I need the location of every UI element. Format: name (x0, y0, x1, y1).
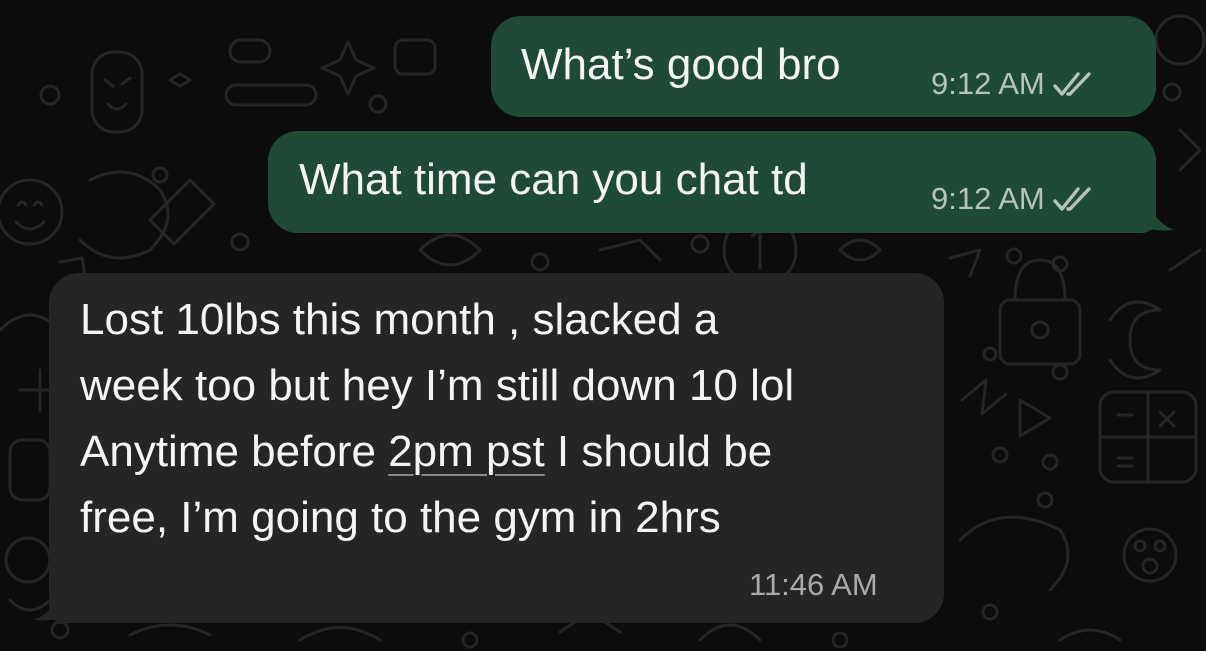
message-line: week too but hey I’m still down 10 lol (80, 361, 795, 410)
incoming-message[interactable]: Lost 10lbs this month , slacked a week t… (49, 273, 944, 623)
time-link[interactable]: 2pm pst (388, 427, 545, 476)
outgoing-message[interactable]: What’s good bro 9:12 AM (491, 16, 1156, 117)
message-time: 9:12 AM (931, 66, 1045, 101)
message-text: Lost 10lbs this month , slacked a week t… (80, 287, 794, 551)
message-line: Lost 10lbs this month , slacked a (80, 295, 719, 344)
message-meta: 11:46 AM (749, 567, 878, 603)
message-line: free, I’m going to the gym in 2hrs (80, 493, 721, 542)
message-time: 11:46 AM (749, 567, 878, 602)
message-text: What’s good bro (521, 40, 841, 89)
message-time: 9:12 AM (931, 181, 1045, 216)
message-meta: 9:12 AM (931, 181, 1097, 217)
message-line-text: I should be (544, 427, 773, 476)
chat-view: What’s good bro 9:12 AM What time can yo… (0, 0, 1206, 651)
message-meta: 9:12 AM (931, 66, 1097, 102)
outgoing-message[interactable]: What time can you chat td 9:12 AM (268, 131, 1156, 233)
double-check-icon (1053, 72, 1091, 96)
message-line: Anytime before 2pm pst I should be (80, 419, 794, 485)
message-text: What time can you chat td (299, 155, 808, 204)
message-line-text: Anytime before (80, 427, 389, 476)
double-check-icon (1053, 187, 1091, 211)
